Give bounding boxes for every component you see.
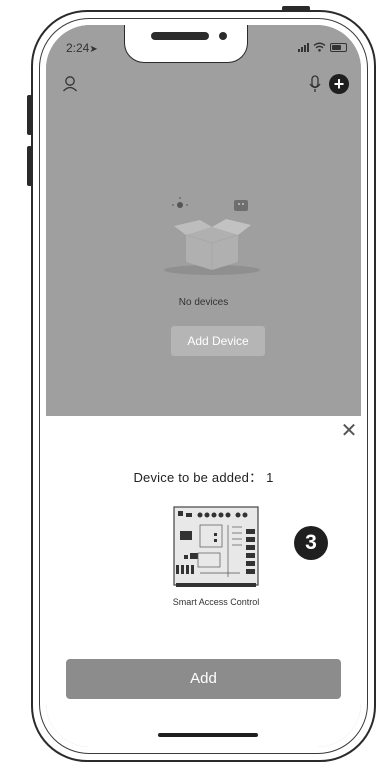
device-name: Smart Access Control bbox=[172, 597, 260, 607]
add-button[interactable]: Add bbox=[66, 659, 341, 699]
battery-icon bbox=[330, 42, 347, 52]
location-arrow-icon: ➤ bbox=[89, 44, 98, 55]
microphone-icon[interactable] bbox=[309, 75, 321, 98]
close-icon[interactable]: ✕ bbox=[339, 421, 359, 441]
phone-bezel: 2:24➤ + No devices Add Device ✕ Device t… bbox=[39, 18, 368, 754]
status-icons bbox=[298, 42, 347, 52]
phone-frame: 2:24➤ + No devices Add Device ✕ Device t… bbox=[31, 10, 376, 762]
wifi-icon bbox=[313, 42, 326, 52]
screen: 2:24➤ + No devices Add Device ✕ Device t… bbox=[46, 25, 361, 747]
notch bbox=[124, 25, 248, 63]
front-camera bbox=[219, 32, 227, 40]
status-time: 2:24➤ bbox=[66, 41, 98, 55]
home-screen-dimmed: 2:24➤ + No devices Add Device bbox=[46, 25, 361, 416]
device-image[interactable] bbox=[170, 503, 262, 596]
empty-state-text: No devices bbox=[178, 297, 229, 308]
add-device-sheet: ✕ Device to be added： 1 Smart Access Con… bbox=[46, 416, 361, 747]
user-icon[interactable] bbox=[62, 75, 78, 98]
speaker-grill bbox=[151, 32, 209, 40]
step-badge: 3 bbox=[294, 526, 328, 560]
plus-icon[interactable]: + bbox=[329, 74, 349, 94]
home-indicator[interactable] bbox=[158, 733, 258, 737]
empty-box-illustration bbox=[156, 190, 266, 285]
signal-icon bbox=[298, 42, 309, 52]
sheet-title: Device to be added： 1 bbox=[133, 470, 274, 485]
add-device-button[interactable]: Add Device bbox=[171, 326, 265, 356]
